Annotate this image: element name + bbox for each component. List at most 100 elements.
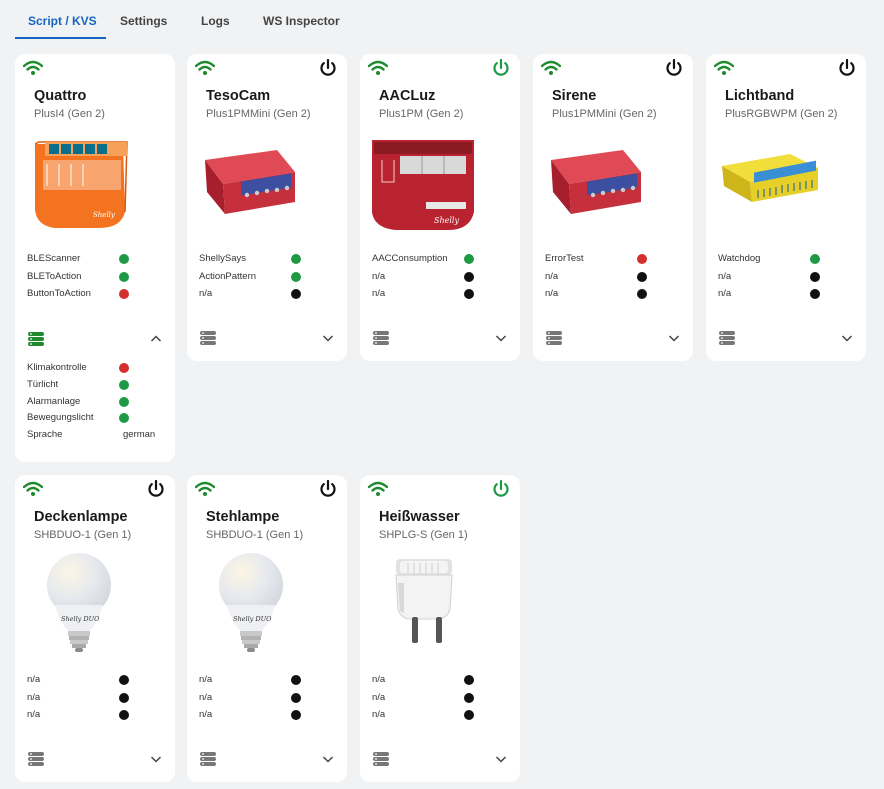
script-row: n/a xyxy=(718,270,858,284)
kvs-storage-icon[interactable] xyxy=(718,330,736,346)
status-indicator[interactable] xyxy=(119,289,129,299)
status-indicator[interactable] xyxy=(291,289,301,299)
chevron-down-icon[interactable] xyxy=(321,752,335,766)
kvs-row: Alarmanlage xyxy=(27,395,167,409)
script-name: n/a xyxy=(372,692,386,703)
kvs-storage-icon[interactable] xyxy=(545,330,563,346)
kvs-key: Alarmanlage xyxy=(27,396,81,407)
status-indicator[interactable] xyxy=(464,289,474,299)
chevron-down-icon[interactable] xyxy=(149,752,163,766)
chevron-down-icon[interactable] xyxy=(321,331,335,345)
device-model: PlusI4 (Gen 2) xyxy=(34,108,105,120)
plug-s-device-image xyxy=(395,559,453,643)
status-indicator[interactable] xyxy=(291,254,301,264)
script-name: AACConsumption xyxy=(372,253,448,264)
script-row: ShellySays xyxy=(199,252,339,266)
status-indicator[interactable] xyxy=(810,254,820,264)
status-indicator[interactable] xyxy=(119,675,129,685)
wifi-icon xyxy=(23,60,43,75)
kvs-storage-icon[interactable] xyxy=(372,330,390,346)
kvs-storage-icon[interactable] xyxy=(199,330,217,346)
status-indicator[interactable] xyxy=(119,272,129,282)
device-card-aacluz: AACLuz Plus1PM (Gen 2) Shelly AACConsump… xyxy=(360,54,520,361)
chevron-down-icon[interactable] xyxy=(494,331,508,345)
status-indicator[interactable] xyxy=(637,272,647,282)
status-indicator[interactable] xyxy=(119,413,129,423)
script-row: n/a xyxy=(545,287,685,301)
kvs-value: german xyxy=(123,429,156,440)
power-icon[interactable] xyxy=(491,479,511,499)
script-name: n/a xyxy=(199,692,213,703)
script-row: n/a xyxy=(199,708,339,722)
script-row: ActionPattern xyxy=(199,270,339,284)
device-model: SHPLG-S (Gen 1) xyxy=(379,529,468,541)
script-row: n/a xyxy=(27,673,167,687)
script-row: n/a xyxy=(199,691,339,705)
chevron-down-icon[interactable] xyxy=(494,752,508,766)
power-icon[interactable] xyxy=(318,479,338,499)
kvs-storage-icon[interactable] xyxy=(27,331,45,347)
kvs-storage-icon[interactable] xyxy=(199,751,217,767)
kvs-storage-icon[interactable] xyxy=(372,751,390,767)
status-indicator[interactable] xyxy=(464,675,474,685)
chevron-down-icon[interactable] xyxy=(840,331,854,345)
wifi-icon xyxy=(541,60,561,75)
status-indicator[interactable] xyxy=(119,363,129,373)
status-indicator[interactable] xyxy=(291,693,301,703)
device-name: Quattro xyxy=(34,88,87,104)
status-indicator[interactable] xyxy=(464,710,474,720)
device-model: SHBDUO-1 (Gen 1) xyxy=(34,529,132,541)
plus-i4-device-image: Shelly xyxy=(34,141,128,228)
status-indicator[interactable] xyxy=(810,289,820,299)
script-name: n/a xyxy=(199,288,213,299)
script-row: n/a xyxy=(372,673,512,687)
status-indicator[interactable] xyxy=(119,380,129,390)
kvs-key: Türlicht xyxy=(27,379,59,390)
power-icon[interactable] xyxy=(837,58,857,78)
tab-ws-inspector[interactable]: WS Inspector xyxy=(263,14,340,28)
chevron-up-icon[interactable] xyxy=(149,332,163,346)
script-name: Watchdog xyxy=(718,253,761,264)
power-icon[interactable] xyxy=(664,58,684,78)
status-indicator[interactable] xyxy=(637,254,647,264)
device-name: Sirene xyxy=(552,88,597,104)
status-indicator[interactable] xyxy=(464,693,474,703)
script-name: ErrorTest xyxy=(545,253,584,264)
power-icon[interactable] xyxy=(491,58,511,78)
tab-script-kvs[interactable]: Script / KVS xyxy=(28,14,97,28)
active-tab-indicator xyxy=(15,37,106,39)
tab-settings[interactable]: Settings xyxy=(120,14,167,28)
device-name: TesoCam xyxy=(206,88,271,104)
script-name: BLEScanner xyxy=(27,253,81,264)
status-indicator[interactable] xyxy=(291,675,301,685)
script-name: n/a xyxy=(372,674,386,685)
status-indicator[interactable] xyxy=(810,272,820,282)
status-indicator[interactable] xyxy=(119,254,129,264)
script-name: n/a xyxy=(27,709,41,720)
device-card-heisswasser: Heißwasser SHPLG-S (Gen 1) n/a n/a n/a xyxy=(360,475,520,782)
status-indicator[interactable] xyxy=(464,272,474,282)
status-indicator[interactable] xyxy=(464,254,474,264)
tab-logs[interactable]: Logs xyxy=(201,14,230,28)
script-row: n/a xyxy=(199,287,339,301)
status-indicator[interactable] xyxy=(291,710,301,720)
status-indicator[interactable] xyxy=(291,272,301,282)
kvs-key: Klimakontrolle xyxy=(27,362,87,373)
kvs-storage-icon[interactable] xyxy=(27,751,45,767)
wifi-icon xyxy=(23,481,43,496)
device-card-quattro: Quattro PlusI4 (Gen 2) Shelly BLEScanner… xyxy=(15,54,175,462)
power-icon[interactable] xyxy=(318,58,338,78)
wifi-icon xyxy=(368,481,388,496)
status-indicator[interactable] xyxy=(119,397,129,407)
power-icon[interactable] xyxy=(146,479,166,499)
script-row: ButtonToAction xyxy=(27,287,167,301)
status-indicator[interactable] xyxy=(119,710,129,720)
wifi-icon xyxy=(195,481,215,496)
chevron-down-icon[interactable] xyxy=(667,331,681,345)
script-name: ButtonToAction xyxy=(27,288,91,299)
kvs-key: Sprache xyxy=(27,429,63,440)
status-indicator[interactable] xyxy=(119,693,129,703)
script-name: n/a xyxy=(372,271,386,282)
script-row: n/a xyxy=(199,673,339,687)
status-indicator[interactable] xyxy=(637,289,647,299)
